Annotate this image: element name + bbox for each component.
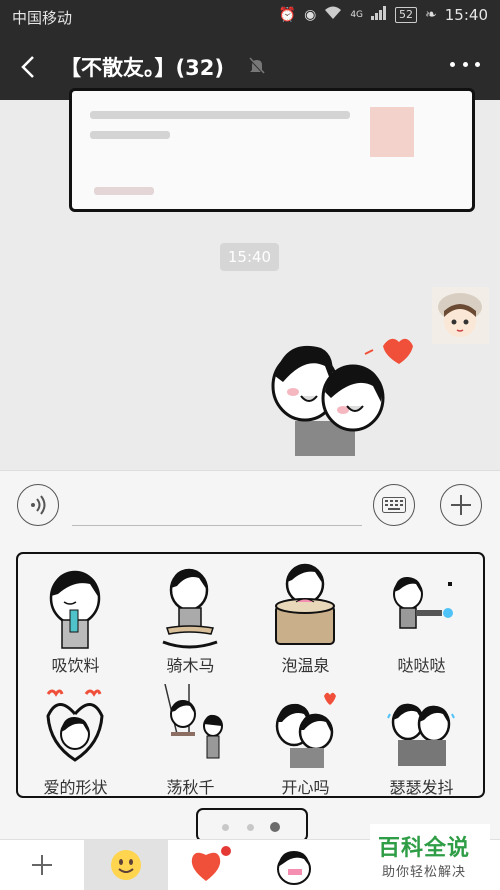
add-icon xyxy=(451,495,471,515)
sticker-label: 瑟瑟发抖 xyxy=(389,778,454,797)
sticker-label: 吸饮料 xyxy=(51,656,100,675)
sticker-item[interactable]: 开心吗 xyxy=(248,678,363,798)
chat-title: 【不散友。】(32) xyxy=(60,56,224,80)
wifi-icon xyxy=(324,6,342,24)
sticker-item[interactable]: 瑟瑟发抖 xyxy=(364,678,479,798)
hug-sticker-icon xyxy=(275,692,336,768)
shivering-sticker-icon xyxy=(387,703,455,766)
tab-favorites[interactable] xyxy=(168,840,252,890)
sticker-label: 泡温泉 xyxy=(281,656,330,675)
user-avatar[interactable] xyxy=(432,287,489,344)
image-text-line xyxy=(94,187,154,195)
page-indicator xyxy=(196,808,308,842)
image-message[interactable] xyxy=(69,88,475,212)
emoji-icon xyxy=(111,850,141,880)
page-dot[interactable] xyxy=(247,824,254,831)
voice-icon xyxy=(31,495,46,515)
sticker-item[interactable]: 吸饮料 xyxy=(18,556,133,676)
sticker-message[interactable] xyxy=(265,326,415,456)
sticker-item[interactable]: 爱的形状 xyxy=(18,678,133,798)
page-dot-active[interactable] xyxy=(270,822,280,832)
watermark-subtitle: 助你轻松解决 xyxy=(382,865,467,880)
message-input-bar xyxy=(0,470,500,541)
page-dot[interactable] xyxy=(222,824,229,831)
sticker-item[interactable]: 荡秋千 xyxy=(133,678,248,798)
alarm-icon: ⏰ xyxy=(278,7,297,23)
sipping-drink-sticker-icon xyxy=(49,570,101,649)
sticker-item[interactable]: 哒哒哒 xyxy=(364,556,479,676)
network-type: 4G xyxy=(350,10,364,20)
tab-emoji[interactable] xyxy=(84,840,168,890)
message-input[interactable] xyxy=(72,525,362,526)
tab-add-stickers[interactable] xyxy=(0,840,84,890)
keyboard-button[interactable] xyxy=(373,484,415,526)
plus-button[interactable] xyxy=(440,484,482,526)
sticker-label: 荡秋千 xyxy=(166,778,215,797)
chat-timestamp: 15:40 xyxy=(220,243,279,271)
sticker-grid: 吸饮料 骑木马 泡温泉 哒哒哒 爱的形状 荡秋千 开心吗 瑟瑟发抖 xyxy=(16,552,485,798)
more-options-button[interactable] xyxy=(450,62,480,72)
sticker-pack-icon xyxy=(277,851,311,885)
status-icons: ⏰ ◉ 4G 52 ❧ 15:40 xyxy=(279,6,488,24)
keyboard-icon xyxy=(382,497,406,513)
tab-sticker-pack[interactable] xyxy=(252,840,336,890)
mute-bell-icon xyxy=(247,56,267,80)
leaf-icon: ❧ xyxy=(425,7,437,23)
signal-icon xyxy=(371,6,387,24)
back-button[interactable] xyxy=(14,52,44,82)
shooting-sticker-icon xyxy=(393,576,453,629)
eye-icon: ◉ xyxy=(304,7,317,23)
add-icon xyxy=(32,855,52,875)
hot-spring-sticker-icon xyxy=(275,563,335,645)
heart-icon xyxy=(191,846,231,881)
swing-sticker-icon xyxy=(164,684,223,759)
image-text-line xyxy=(90,111,350,119)
sticker-label: 爱的形状 xyxy=(43,778,108,797)
battery-icon: 52 xyxy=(395,7,418,23)
status-bar: 中国移动 ⏰ ◉ 4G 52 ❧ 15:40 xyxy=(0,0,500,34)
carrier-name: 中国移动 xyxy=(12,9,73,27)
sticker-label: 哒哒哒 xyxy=(397,656,446,675)
sticker-label: 骑木马 xyxy=(166,656,215,675)
status-time: 15:40 xyxy=(444,6,488,24)
image-stamp xyxy=(370,107,414,157)
watermark-logo: 百科全说 助你轻松解决 xyxy=(370,824,490,882)
sticker-item[interactable]: 泡温泉 xyxy=(248,556,363,676)
voice-button[interactable] xyxy=(17,484,59,526)
back-arrow-icon xyxy=(21,56,34,78)
sticker-item[interactable]: 骑木马 xyxy=(133,556,248,676)
rocking-horse-sticker-icon xyxy=(162,568,218,649)
image-text-line xyxy=(90,131,170,139)
heart-shape-sticker-icon xyxy=(46,689,104,762)
watermark-title: 百科全说 xyxy=(378,836,471,861)
sticker-label: 开心吗 xyxy=(281,778,330,797)
